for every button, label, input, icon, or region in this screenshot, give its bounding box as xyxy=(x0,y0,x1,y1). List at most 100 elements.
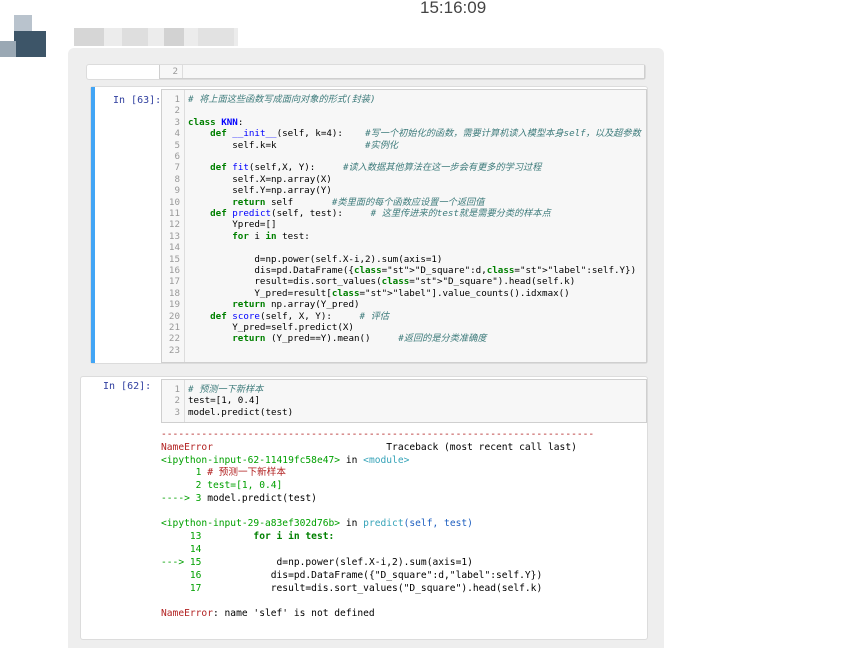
code-editor[interactable]: 1 # 将上面这些函数写成面向对象的形式(封装) 2 3 class KNN: 4 def… xyxy=(161,89,647,363)
in-text: in xyxy=(340,518,364,529)
input-ref: <ipython-input-62-11419fc58e47> xyxy=(161,455,341,466)
line-number: 18 xyxy=(168,287,180,299)
line-code: test=[1, 0.4] xyxy=(188,395,260,407)
traceback-frame-1: <ipython-input-62-11419fc58e47> in <modu… xyxy=(161,455,409,468)
line-code: self.Y=np.array(Y) xyxy=(188,185,332,197)
traceback-line: 2 test=[1, 0.4] xyxy=(161,480,283,493)
line-code: return np.array(Y_pred) xyxy=(232,299,360,311)
line-code: # 预测一下新样本 xyxy=(188,384,264,395)
line-code: model.predict(test) xyxy=(207,493,317,504)
line-number: 21 xyxy=(168,322,180,333)
notebook-panel: 2 In [63]: 1 # 将上面这些函数写成面向对象的形式(封装) 2 3 clas… xyxy=(68,48,664,648)
line-number: 13 xyxy=(161,531,208,542)
clock-time: 15:16:09 xyxy=(420,0,487,17)
line-code: # 将上面这些函数写成面向对象的形式(封装) xyxy=(188,94,376,105)
line-number: 16 xyxy=(161,570,208,581)
line-code: def fit(self,X, Y): #读入数据其他算法在这一步会有更多的学习… xyxy=(210,162,542,174)
line-number: 19 xyxy=(168,299,180,311)
line-code: 2 test=[1, 0.4] xyxy=(161,480,283,491)
line-number: 5 xyxy=(174,139,180,151)
error-name: NameError xyxy=(161,442,213,453)
traceback-line: ----> 3 model.predict(test) xyxy=(161,493,317,506)
code-editor[interactable]: 1 # 预测一下新样本 2 test=[1, 0.4] 3 model.predict(t… xyxy=(161,379,647,423)
line-number: 4 xyxy=(174,128,180,140)
line-code: Y_pred=result[class="st">"label"].value_… xyxy=(188,287,570,299)
line-number: 23 xyxy=(168,344,180,356)
line-code: Y_pred=self.predict(X) xyxy=(188,322,354,333)
line-number: 13 xyxy=(168,230,180,242)
traceback-header: NameError Traceback (most recent call la… xyxy=(161,442,577,455)
line-number: 14 xyxy=(161,544,202,555)
line-code: return (Y_pred==Y).mean() #返回的是分类准确度 xyxy=(232,333,487,345)
line-code: dis=pd.DataFrame({class="st">"D_square":… xyxy=(188,265,637,276)
line-number: 2 xyxy=(174,395,180,407)
traceback-frame-2: <ipython-input-29-a83ef302d76b> in predi… xyxy=(161,518,473,531)
blurred-title xyxy=(74,28,238,46)
line-code: self.X=np.array(X) xyxy=(188,173,332,185)
traceback-line: 1 # 预测一下新样本 xyxy=(161,467,286,480)
line-code: dis=pd.DataFrame({"D_square":d,"label":s… xyxy=(207,570,543,581)
module-ref: <module> xyxy=(363,455,410,466)
notebook-cell-62[interactable]: In [62]: 1 # 预测一下新样本 2 test=[1, 0.4] 3 model.… xyxy=(80,376,648,640)
line-number: 1 xyxy=(161,467,208,478)
input-ref: <ipython-input-29-a83ef302d76b> xyxy=(161,518,341,529)
line-number: 9 xyxy=(174,185,180,197)
cell-prompt: In [62]: xyxy=(103,381,152,392)
line-number: 8 xyxy=(174,173,180,185)
error-message: NameError: name 'slef' is not defined xyxy=(161,608,375,621)
error-arrow: ---> 15 xyxy=(161,557,208,568)
function-ref: predict xyxy=(363,518,404,529)
cell-selection-bar xyxy=(91,87,95,363)
line-number: 2 xyxy=(174,105,180,117)
line-code: def score(self, X, Y): # 评估 xyxy=(210,310,389,322)
line-number: 11 xyxy=(168,208,180,219)
line-number: 15 xyxy=(168,253,180,265)
line-code: d=np.power(slef.X-i,2).sum(axis=1) xyxy=(207,557,473,568)
line-number: 14 xyxy=(168,242,180,254)
line-code: self.k=k #实例化 xyxy=(188,139,399,151)
traceback-line: 13 for i in test: xyxy=(161,531,334,544)
error-name: NameError xyxy=(161,608,213,619)
line-number: 3 xyxy=(174,406,180,418)
line-code: Ypred=[] xyxy=(188,219,277,231)
line-number: 16 xyxy=(168,265,180,276)
line-number: 3 xyxy=(174,116,180,128)
in-text: in xyxy=(340,455,364,466)
traceback-line: ---> 15 d=np.power(slef.X-i,2).sum(axis=… xyxy=(161,557,473,570)
blurred-avatar xyxy=(0,15,46,59)
line-number: 12 xyxy=(168,219,180,231)
line-code: d=np.power(self.X-i,2).sum(axis=1) xyxy=(188,253,443,265)
line-code: # 预测一下新样本 xyxy=(207,467,286,478)
cell-prompt: In [63]: xyxy=(113,95,162,106)
line-number: 20 xyxy=(168,310,180,322)
line-code: for i in test: xyxy=(207,531,335,542)
line-number: 17 xyxy=(168,276,180,288)
line-code: result=dis.sort_values(class="st">"D_squ… xyxy=(188,276,576,288)
line-code: def predict(self, test): # 这里传进来的test就是需… xyxy=(210,208,551,219)
line-number: 7 xyxy=(174,162,180,174)
notebook-cell-63[interactable]: In [63]: 1 # 将上面这些函数写成面向对象的形式(封装) 2 3 class … xyxy=(90,86,648,364)
line-number: 1 xyxy=(174,94,180,105)
line-number: 1 xyxy=(174,384,180,395)
line-code: model.predict(test) xyxy=(188,406,294,418)
traceback-line: 16 dis=pd.DataFrame({"D_square":d,"label… xyxy=(161,570,542,583)
traceback-line: 14 xyxy=(161,544,202,557)
output-rule: ----------------------------------------… xyxy=(161,429,595,440)
function-args: (self, test) xyxy=(403,518,473,529)
error-arrow: ----> 3 xyxy=(161,493,208,504)
line-number: 2 xyxy=(172,66,178,77)
line-number: 17 xyxy=(161,583,208,594)
line-code: result=dis.sort_values("D_square").head(… xyxy=(207,583,543,594)
line-number: 10 xyxy=(168,196,180,208)
error-text: : name 'slef' is not defined xyxy=(212,608,375,619)
code-editor[interactable]: 2 xyxy=(159,65,645,79)
line-number: 22 xyxy=(168,333,180,345)
traceback-line: 17 result=dis.sort_values("D_square").he… xyxy=(161,583,542,596)
notebook-cell-partial[interactable]: 2 xyxy=(86,64,646,80)
traceback-label: Traceback (most recent call last) xyxy=(212,442,577,453)
line-number: 6 xyxy=(174,151,180,162)
line-code: for i in test: xyxy=(232,230,310,242)
line-code: def __init__(self, k=4): #写一个初始化的函数，需要计算… xyxy=(210,128,641,140)
line-code: return self #类里面的每个函数应设置一个返回值 xyxy=(232,196,485,208)
line-code: class KNN: xyxy=(188,116,244,128)
